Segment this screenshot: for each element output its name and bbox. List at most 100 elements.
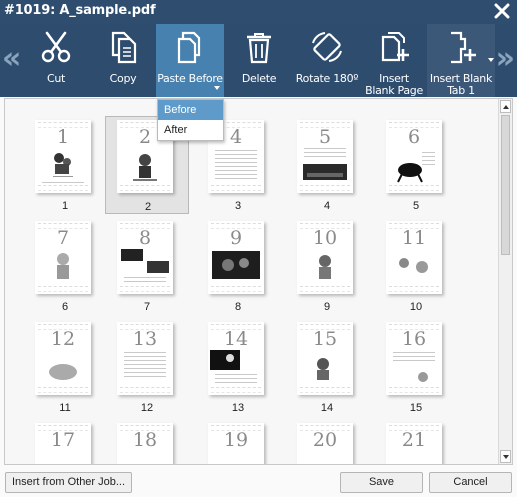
page-caption: 10 — [409, 301, 423, 313]
page-caption: 13 — [231, 402, 245, 414]
paste-icon — [177, 31, 201, 64]
thumbnail-panel: 1 1 2 2 4 3 5 4 6 5 7 6 8 7 9 8 10 9 11 … — [4, 98, 513, 465]
page-number: 7 — [56, 227, 70, 249]
page-image: 9 — [208, 221, 264, 294]
window-title: #1019: A_sample.pdf — [4, 3, 156, 18]
page-caption: 5 — [412, 200, 420, 212]
insert-blank-tab-button[interactable]: Insert Blank Tab 1 — [427, 24, 495, 97]
page-number: 13 — [132, 328, 158, 350]
page-thumbnail[interactable]: 12 11 — [23, 318, 107, 416]
page-number: 15 — [312, 328, 338, 350]
insert-from-other-job-button[interactable]: Insert from Other Job... — [5, 472, 132, 493]
page-number: 6 — [407, 126, 421, 148]
page-caption: 15 — [409, 402, 423, 414]
toolbar: « Cut Copy Paste Before Delete Rotate 18… — [0, 24, 517, 97]
window-titlebar: #1019: A_sample.pdf — [0, 0, 517, 24]
page-number: 18 — [132, 429, 158, 451]
page-caption: 1 — [61, 200, 69, 212]
page-number: 20 — [312, 429, 338, 451]
page-thumbnail[interactable]: 19 19 — [196, 419, 280, 464]
page-image: 16 — [386, 322, 442, 395]
page-thumbnail-area: 1 1 2 2 4 3 5 4 6 5 7 6 8 7 9 8 10 9 11 … — [0, 97, 517, 467]
page-caption: 8 — [234, 301, 242, 313]
page-image: 15 — [297, 322, 353, 395]
chevron-down-icon[interactable] — [214, 86, 220, 90]
page-number: 9 — [229, 227, 243, 249]
menu-item-after[interactable]: After — [158, 120, 223, 140]
page-thumbnail[interactable]: 1 1 — [23, 116, 107, 214]
page-image: 1 — [35, 120, 91, 193]
page-image: 19 — [208, 423, 264, 464]
close-icon[interactable] — [493, 2, 511, 20]
insert-blank-tab-label: Insert Blank Tab 1 — [429, 72, 493, 97]
scroll-up-icon[interactable] — [500, 100, 511, 113]
paste-position-menu: Before After — [157, 99, 224, 141]
page-number: 5 — [318, 126, 332, 148]
page-image: 21 — [386, 423, 442, 464]
copy-label: Copy — [109, 72, 137, 85]
page-image: 18 — [117, 423, 173, 464]
rotate-180-button[interactable]: Rotate 180º — [292, 24, 362, 97]
thumbnail-grid: 1 1 2 2 4 3 5 4 6 5 7 6 8 7 9 8 10 9 11 … — [5, 99, 499, 464]
vertical-scrollbar[interactable] — [498, 99, 512, 464]
page-caption: 2 — [144, 201, 152, 213]
page-thumbnail[interactable]: 16 15 — [374, 318, 458, 416]
cancel-button[interactable]: Cancel — [429, 472, 512, 493]
page-thumbnail[interactable]: 5 4 — [285, 116, 369, 214]
scroll-left-icon[interactable]: « — [2, 44, 21, 74]
page-caption: 6 — [61, 301, 69, 313]
page-image: 17 — [35, 423, 91, 464]
page-thumbnail[interactable]: 14 13 — [196, 318, 280, 416]
cut-button[interactable]: Cut — [26, 24, 86, 97]
page-number: 8 — [138, 227, 152, 249]
page-thumbnail[interactable]: 7 6 — [23, 217, 107, 315]
page-number: 21 — [401, 429, 427, 451]
copy-button[interactable]: Copy — [93, 24, 153, 97]
page-thumbnail[interactable]: 15 14 — [285, 318, 369, 416]
page-thumbnail[interactable]: 11 10 — [374, 217, 458, 315]
rotate-icon — [312, 32, 342, 62]
page-image: 14 — [208, 322, 264, 395]
page-number: 10 — [312, 227, 338, 249]
page-image: 6 — [386, 120, 442, 193]
page-number: 1 — [56, 126, 70, 148]
page-thumbnail[interactable]: 9 8 — [196, 217, 280, 315]
page-thumbnail[interactable]: 20 20 — [285, 419, 369, 464]
menu-item-before[interactable]: Before — [158, 100, 223, 120]
page-number: 16 — [401, 328, 427, 350]
cut-label: Cut — [46, 72, 66, 85]
paste-before-button[interactable]: Paste Before — [156, 24, 224, 97]
page-caption: 14 — [320, 402, 334, 414]
scrollbar-thumb[interactable] — [501, 115, 510, 255]
page-thumbnail[interactable]: 10 9 — [285, 217, 369, 315]
copy-icon — [111, 31, 137, 64]
delete-label: Delete — [241, 72, 277, 85]
save-button[interactable]: Save — [340, 472, 423, 493]
trash-icon — [247, 33, 271, 64]
page-thumbnail[interactable]: 6 5 — [374, 116, 458, 214]
page-image: 12 — [35, 322, 91, 395]
insert-blank-tab-icon — [451, 31, 476, 64]
page-thumbnail[interactable]: 18 18 — [105, 419, 189, 464]
page-number: 17 — [50, 429, 76, 451]
paste-before-label: Paste Before — [157, 72, 223, 85]
insert-blank-page-button[interactable]: Insert Blank Page — [362, 24, 426, 97]
page-number: 14 — [223, 328, 249, 350]
page-image: 5 — [297, 120, 353, 193]
scroll-right-icon[interactable]: » — [496, 44, 515, 74]
scroll-down-icon[interactable] — [500, 450, 511, 463]
page-number: 12 — [50, 328, 76, 350]
page-thumbnail[interactable]: 13 12 — [105, 318, 189, 416]
page-thumbnail[interactable]: 21 21 — [374, 419, 458, 464]
page-caption: 11 — [59, 402, 71, 414]
page-number: 11 — [401, 227, 427, 249]
insert-blank-page-label: Insert Blank Page — [365, 72, 423, 97]
page-number: 19 — [223, 429, 249, 451]
page-thumbnail[interactable]: 8 7 — [105, 217, 189, 315]
delete-button[interactable]: Delete — [229, 24, 289, 97]
chevron-down-icon[interactable] — [488, 58, 494, 62]
page-caption: 4 — [323, 200, 331, 212]
insert-blank-page-icon — [381, 32, 409, 62]
page-image: 20 — [297, 423, 353, 464]
page-thumbnail[interactable]: 17 17 — [23, 419, 107, 464]
